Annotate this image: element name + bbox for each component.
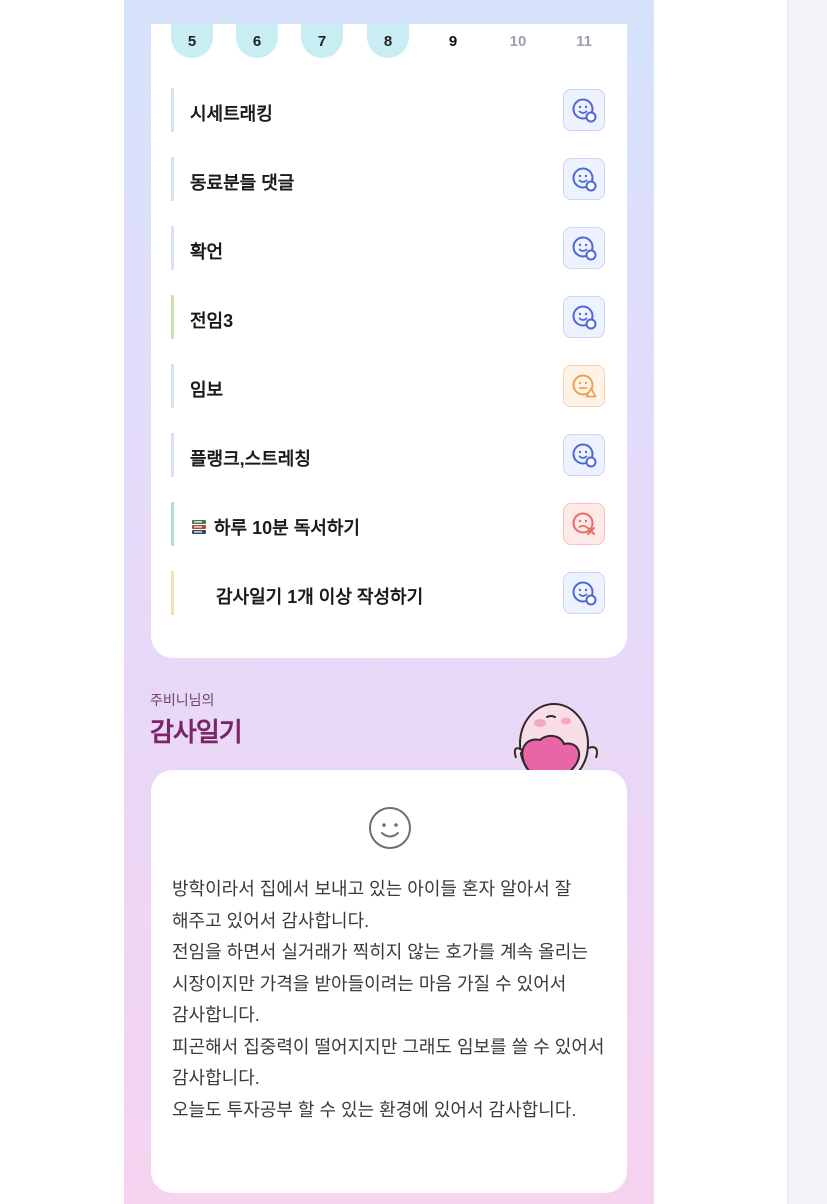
habit-row[interactable]: 동료분들 댓글 <box>171 157 607 201</box>
habit-label: 시세트래킹 <box>190 104 273 124</box>
status-done-button[interactable] <box>563 296 605 338</box>
smile-fail-icon <box>572 512 595 535</box>
smile-check-icon <box>572 305 597 330</box>
habit-row[interactable]: 시세트래킹 <box>171 88 607 132</box>
smile-check-icon <box>572 236 597 261</box>
right-side-panel <box>787 0 827 1204</box>
habit-row[interactable]: 플랭크,스트레칭 <box>171 433 607 477</box>
habit-bar <box>171 226 174 270</box>
habit-bar <box>171 364 174 408</box>
habit-card: 5 6 7 8 9 10 11 시세트래킹 동료분들 댓글 확언 전임3 임보 … <box>151 24 627 658</box>
smile-check-icon <box>572 581 597 606</box>
smile-check-icon <box>572 98 597 123</box>
day-7[interactable]: 7 <box>301 24 343 58</box>
app-view: 5 6 7 8 9 10 11 시세트래킹 동료분들 댓글 확언 전임3 임보 … <box>124 0 654 1204</box>
status-done-button[interactable] <box>563 158 605 200</box>
status-failed-button[interactable] <box>563 503 605 545</box>
habit-bar <box>171 571 174 615</box>
habit-label: 하루 10분 독서하기 <box>214 518 360 538</box>
smile-icon <box>369 807 411 849</box>
week-calendar: 5 6 7 8 9 10 11 <box>171 24 607 58</box>
habit-label-wrap: 하루 10분 독서하기 <box>190 514 360 540</box>
habit-label: 임보 <box>190 380 224 400</box>
habit-row[interactable]: 하루 10분 독서하기 <box>171 502 607 546</box>
habit-bar <box>171 433 174 477</box>
habit-bar <box>171 502 174 546</box>
status-done-button[interactable] <box>563 572 605 614</box>
habit-label: 전임3 <box>190 311 234 331</box>
smile-check-icon <box>572 167 597 192</box>
smile-check-icon <box>572 443 597 468</box>
day-11[interactable]: 11 <box>563 24 605 58</box>
day-8[interactable]: 8 <box>367 24 409 58</box>
habit-label: 감사일기 1개 이상 작성하기 <box>216 587 424 607</box>
habit-label: 확언 <box>190 242 224 262</box>
day-10[interactable]: 10 <box>497 24 539 58</box>
habit-bar <box>171 295 174 339</box>
habit-label: 플랭크,스트레칭 <box>190 449 311 469</box>
habit-row[interactable]: 임보 <box>171 364 607 408</box>
status-done-button[interactable] <box>563 89 605 131</box>
status-done-button[interactable] <box>563 434 605 476</box>
day-6[interactable]: 6 <box>236 24 278 58</box>
habit-row[interactable]: 확언 <box>171 226 607 270</box>
smile-warning-icon <box>572 374 597 398</box>
day-9[interactable]: 9 <box>432 24 474 58</box>
diary-card: 방학이라서 집에서 보내고 있는 아이들 혼자 알아서 잘 해주고 있어서 감사… <box>151 770 627 1193</box>
books-icon <box>192 520 206 534</box>
habit-row[interactable]: 감사일기 1개 이상 작성하기 <box>171 571 607 615</box>
day-5[interactable]: 5 <box>171 24 213 58</box>
diary-header: 주비니님의 감사일기 <box>150 690 243 749</box>
status-partial-button[interactable] <box>563 365 605 407</box>
diary-owner: 주비니님의 <box>150 692 215 708</box>
status-done-button[interactable] <box>563 227 605 269</box>
diary-title: 감사일기 <box>150 717 243 747</box>
habit-row[interactable]: 전임3 <box>171 295 607 339</box>
habit-label: 동료분들 댓글 <box>190 173 295 193</box>
habit-bar <box>171 157 174 201</box>
diary-text: 방학이라서 집에서 보내고 있는 아이들 혼자 알아서 잘 해주고 있어서 감사… <box>172 879 605 1120</box>
habit-bar <box>171 88 174 132</box>
mascot-illustration <box>504 688 610 772</box>
